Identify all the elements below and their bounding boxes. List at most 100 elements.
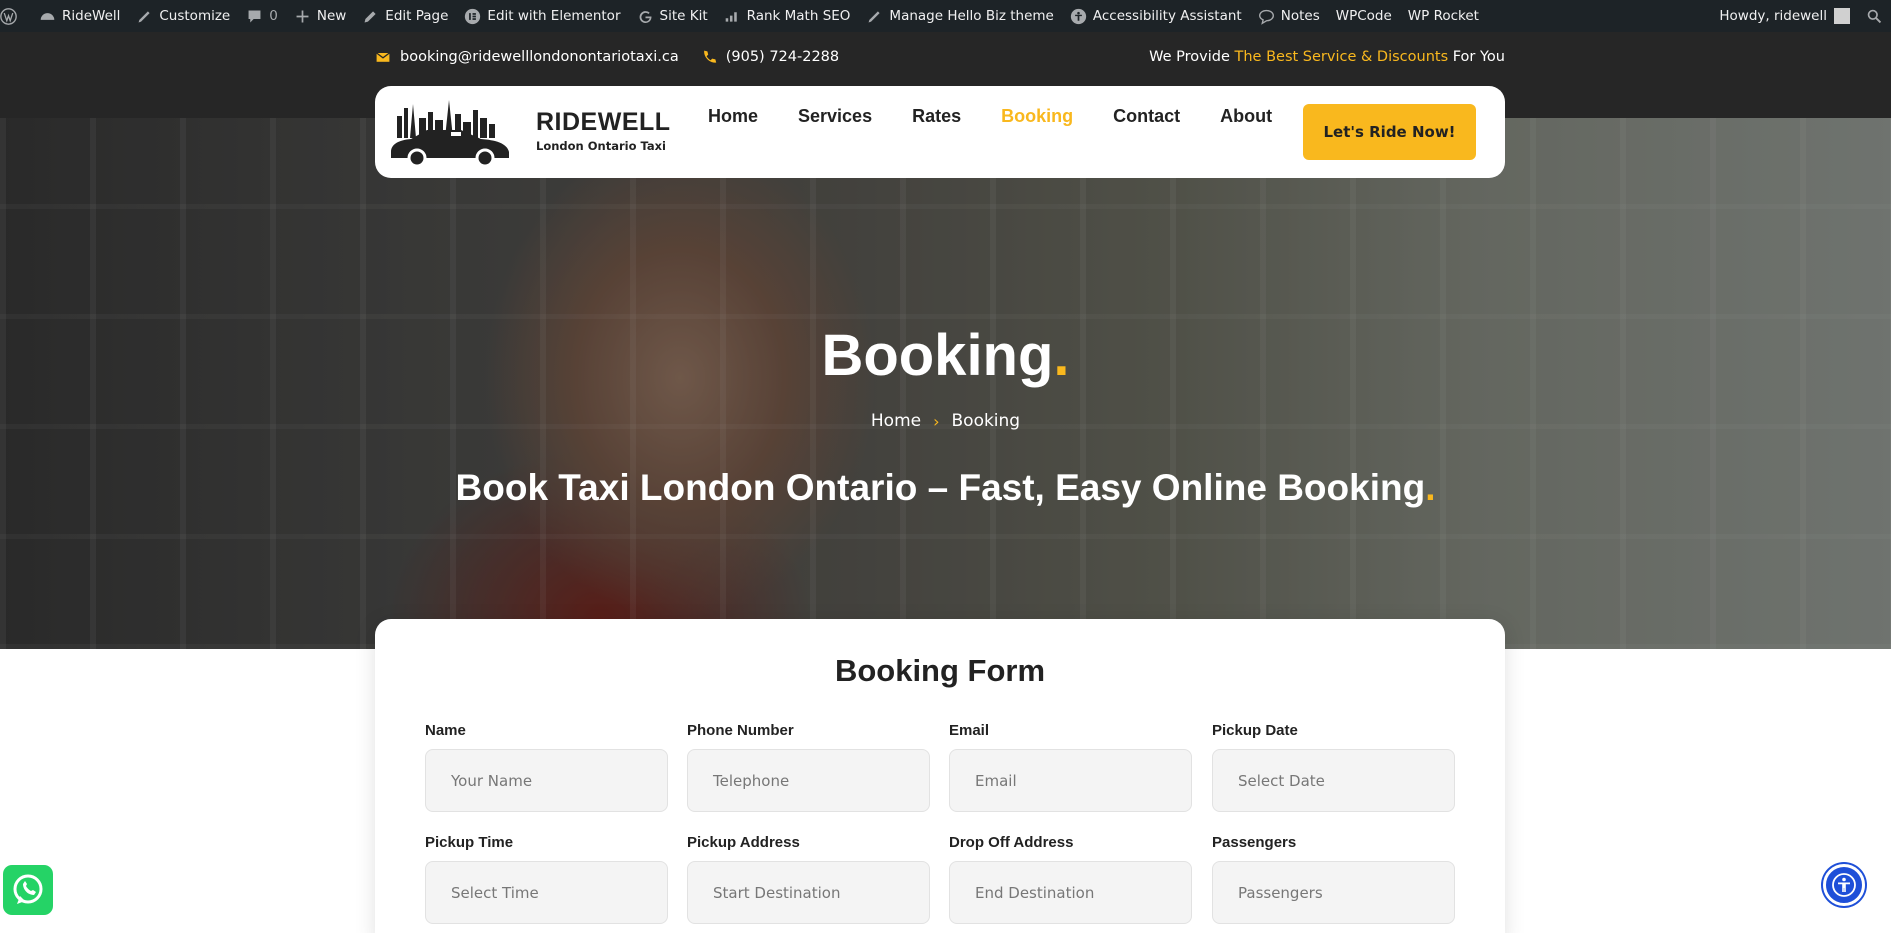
- phone-link[interactable]: (905) 724-2288: [701, 49, 839, 65]
- page-title-text: Booking: [821, 323, 1054, 388]
- passengers-input[interactable]: Passengers: [1212, 861, 1455, 924]
- customize-label: Customize: [159, 8, 231, 24]
- breadcrumb-home[interactable]: Home: [871, 411, 921, 431]
- pickup-time-label: Pickup Time: [425, 834, 514, 851]
- pickup-time-input[interactable]: Select Time: [425, 861, 668, 924]
- brush-icon: [138, 10, 150, 22]
- wp-admin-bar: RideWell Customize 0 New Edit Page Edit …: [0, 0, 1891, 32]
- booking-form-title: Booking Form: [834, 653, 1046, 688]
- elementor-label: Edit with Elementor: [487, 8, 621, 24]
- email-text: booking@ridewelllondonontariotaxi.ca: [400, 49, 679, 65]
- brand-name: RIDEWELL: [536, 108, 671, 136]
- email-field-group: Email Email: [949, 722, 1192, 812]
- page-title: Booking.: [0, 322, 1891, 389]
- pickup-date-field-group: Pickup Date Select Date: [1212, 722, 1455, 812]
- wp-rocket-label: WP Rocket: [1407, 8, 1479, 24]
- wpcode-menu[interactable]: WPCode: [1328, 0, 1400, 32]
- nav-about[interactable]: About: [1220, 106, 1272, 127]
- nav-rates[interactable]: Rates: [912, 106, 961, 127]
- promo-text: We Provide The Best Service & Discounts …: [1149, 49, 1505, 65]
- breadcrumb-current: Booking: [951, 411, 1021, 431]
- phone-input[interactable]: Telephone: [687, 749, 930, 812]
- lets-ride-button[interactable]: Let's Ride Now!: [1303, 104, 1476, 160]
- dropoff-address-field-group: Drop Off Address End Destination: [949, 834, 1192, 924]
- nav-booking[interactable]: Booking: [1001, 106, 1073, 127]
- booking-form-card: Booking Form Name Your Name Phone Number…: [375, 619, 1505, 933]
- brand[interactable]: RIDEWELL London Ontario Taxi: [536, 108, 671, 153]
- name-input[interactable]: Your Name: [425, 749, 668, 812]
- taxi-logo-icon[interactable]: [387, 98, 513, 168]
- site-name-label: RideWell: [62, 8, 121, 24]
- passengers-label: Passengers: [1212, 834, 1297, 851]
- edit-with-elementor-link[interactable]: Edit with Elementor: [456, 0, 628, 32]
- phone-field-group: Phone Number Telephone: [687, 722, 930, 812]
- accessibility-assistant-menu[interactable]: Accessibility Assistant: [1062, 0, 1250, 32]
- customize-link[interactable]: Customize: [128, 0, 238, 32]
- edit-page-label: Edit Page: [385, 8, 449, 24]
- phone-text: (905) 724-2288: [725, 49, 840, 65]
- email-link[interactable]: booking@ridewelllondonontariotaxi.ca: [375, 49, 679, 65]
- site-kit-label: Site Kit: [659, 8, 708, 24]
- email-label: Email: [949, 722, 990, 739]
- hero-subtitle: Book Taxi London Ontario – Fast, Easy On…: [0, 467, 1891, 509]
- nav-contact[interactable]: Contact: [1113, 106, 1180, 127]
- whatsapp-button[interactable]: [3, 865, 53, 915]
- notes-label: Notes: [1280, 8, 1320, 24]
- account-menu[interactable]: Howdy, ridewell: [1711, 0, 1858, 32]
- hero-subtitle-text: Book Taxi London Ontario – Fast, Easy On…: [455, 467, 1426, 508]
- dropoff-address-input[interactable]: End Destination: [949, 861, 1192, 924]
- site-header: RIDEWELL London Ontario Taxi Home Servic…: [375, 86, 1505, 178]
- new-content-menu[interactable]: New: [286, 0, 354, 32]
- plus-icon: [296, 10, 309, 22]
- dashboard-icon: [40, 12, 55, 20]
- nav-services[interactable]: Services: [798, 106, 872, 127]
- pickup-date-input[interactable]: Select Date: [1212, 749, 1455, 812]
- admin-search[interactable]: [1858, 0, 1891, 32]
- new-label: New: [316, 8, 347, 24]
- elementor-icon: [465, 8, 481, 24]
- accessibility-icon: [1832, 873, 1856, 897]
- comments-count: 0: [269, 8, 278, 24]
- manage-theme-link[interactable]: Manage Hello Biz theme: [858, 0, 1061, 32]
- greeting-label: Howdy, ridewell: [1719, 8, 1827, 24]
- wordpress-logo-menu[interactable]: [0, 0, 31, 32]
- wordpress-icon: [0, 7, 17, 25]
- promo-suffix: For You: [1448, 49, 1505, 65]
- pickup-time-field-group: Pickup Time Select Time: [425, 834, 668, 924]
- notes-link[interactable]: Notes: [1250, 0, 1328, 32]
- chevron-right-icon: ›: [933, 411, 940, 431]
- breadcrumb: Home › Booking: [0, 411, 1891, 431]
- pickup-address-label: Pickup Address: [687, 834, 800, 851]
- pickup-date-label: Pickup Date: [1212, 722, 1298, 739]
- contact-info-bar: booking@ridewelllondonontariotaxi.ca (90…: [375, 46, 1505, 68]
- rank-math-menu[interactable]: Rank Math SEO: [716, 0, 859, 32]
- nav-home[interactable]: Home: [708, 106, 758, 127]
- pencil-icon: [364, 10, 376, 22]
- title-dot: .: [1053, 323, 1070, 388]
- rank-math-icon: [725, 11, 737, 22]
- site-kit-menu[interactable]: Site Kit: [629, 0, 716, 32]
- name-field-group: Name Your Name: [425, 722, 668, 812]
- promo-prefix: We Provide: [1149, 49, 1235, 65]
- pickup-address-input[interactable]: Start Destination: [687, 861, 930, 924]
- avatar: [1834, 8, 1850, 24]
- wp-rocket-menu[interactable]: WP Rocket: [1400, 0, 1487, 32]
- pickup-address-field-group: Pickup Address Start Destination: [687, 834, 930, 924]
- email-input[interactable]: Email: [949, 749, 1192, 812]
- comments-link[interactable]: 0: [238, 0, 286, 32]
- speech-bubble-icon: [1258, 9, 1274, 25]
- brush-icon: [868, 10, 881, 22]
- whatsapp-icon: [13, 874, 43, 904]
- envelope-icon: [376, 52, 390, 62]
- comment-icon: [248, 10, 261, 22]
- accessibility-widget-button[interactable]: [1823, 864, 1865, 906]
- edit-page-link[interactable]: Edit Page: [354, 0, 456, 32]
- wpcode-label: WPCode: [1335, 8, 1392, 24]
- accessibility-assistant-label: Accessibility Assistant: [1092, 8, 1242, 24]
- accessibility-icon: [1070, 8, 1087, 24]
- site-name-menu[interactable]: RideWell: [31, 0, 128, 32]
- manage-theme-label: Manage Hello Biz theme: [889, 8, 1054, 24]
- dropoff-address-label: Drop Off Address: [949, 834, 1074, 851]
- brand-tagline: London Ontario Taxi: [536, 139, 666, 153]
- promo-highlight: The Best Service & Discounts: [1234, 49, 1449, 65]
